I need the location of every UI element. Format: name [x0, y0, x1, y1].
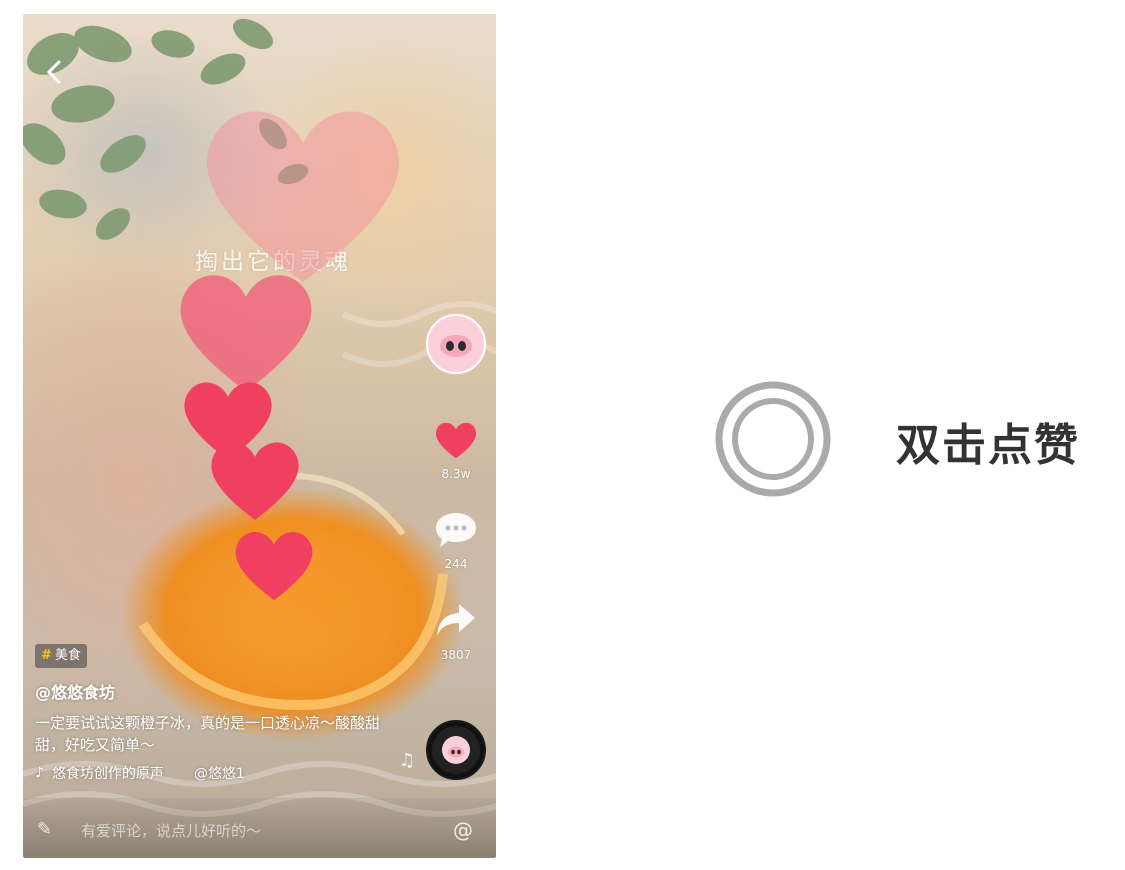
- comment-bar[interactable]: ✎ 有爱评论，说点儿好听的～ @: [23, 798, 496, 858]
- like-button[interactable]: 8.3w: [426, 419, 486, 481]
- share-button[interactable]: 3807: [426, 600, 486, 662]
- chevron-left-icon[interactable]: [41, 58, 69, 86]
- like-count: 8.3w: [441, 467, 471, 481]
- author-username[interactable]: @悠悠食坊: [35, 679, 115, 703]
- avatar[interactable]: [426, 314, 486, 374]
- pig-icon: [440, 335, 472, 357]
- music-title: 悠食坊创作的原声: [51, 766, 164, 782]
- at-mention-icon[interactable]: @: [453, 818, 473, 842]
- comment-button[interactable]: 244: [426, 509, 486, 571]
- comment-count: 244: [444, 557, 468, 571]
- floating-heart: [211, 442, 299, 520]
- tiktok-note-icon: ♪: [35, 765, 44, 781]
- phone-screen[interactable]: 掏出它的灵魂 8.3w 244 3807 ♫ # 美食 @悠悠食坊 一定要试试这…: [23, 14, 496, 858]
- hashtag-icon: #: [41, 648, 52, 663]
- music-author: @悠悠1: [193, 766, 245, 782]
- music-disc[interactable]: [426, 720, 486, 780]
- double-tap-gesture-icon: [715, 381, 831, 497]
- instruction-label: 双击点赞: [896, 420, 1080, 471]
- comment-input-placeholder[interactable]: 有爱评论，说点儿好听的～: [81, 820, 261, 841]
- video-caption: 一定要试试这颗橙子冰，真的是一口透心凉～酸酸甜甜，好吃又简单～: [35, 714, 381, 754]
- pig-icon: [442, 736, 470, 764]
- topic-tag-label: 美食: [54, 648, 81, 663]
- stage: 掏出它的灵魂 8.3w 244 3807 ♫ # 美食 @悠悠食坊 一定要试试这…: [0, 0, 1125, 870]
- music-note-icon: ♫: [399, 750, 416, 771]
- floating-heart: [235, 531, 313, 601]
- comment-bubble-icon: [436, 513, 476, 547]
- share-count: 3807: [440, 648, 472, 662]
- share-arrow-icon: [437, 604, 475, 636]
- heart-icon: [435, 422, 477, 459]
- topic-tag[interactable]: # 美食: [35, 644, 87, 668]
- music-info[interactable]: ♪ 悠食坊创作的原声 @悠悠1: [35, 763, 245, 783]
- pencil-icon: ✎: [37, 819, 53, 840]
